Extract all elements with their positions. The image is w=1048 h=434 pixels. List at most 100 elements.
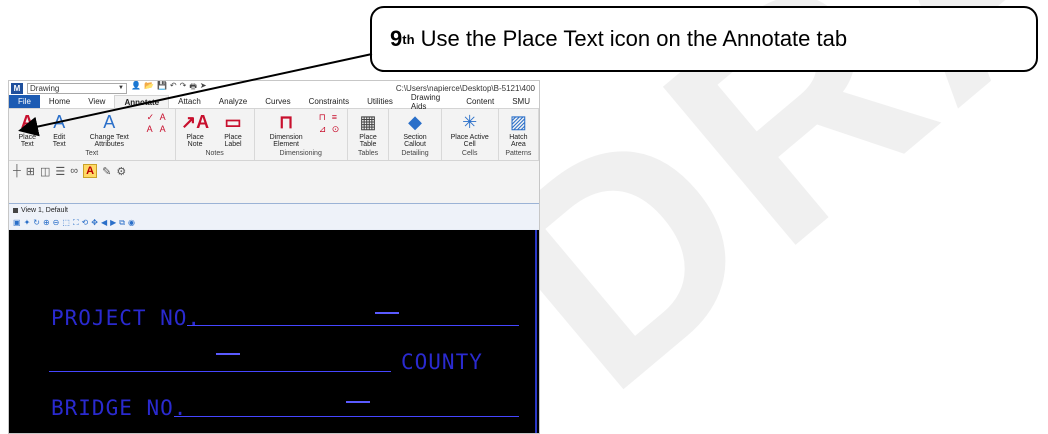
print-icon[interactable]: 🖶: [189, 81, 197, 95]
text-group: A Place Text A Edit Text A Change Text A…: [9, 109, 176, 160]
layers-icon[interactable]: ☰: [55, 165, 65, 178]
fit-view-icon[interactable]: ⛶: [73, 218, 79, 228]
zoom-in-icon[interactable]: ⊕: [43, 218, 50, 227]
workspace-select[interactable]: Drawing ▼: [27, 82, 127, 94]
tab-attach[interactable]: Attach: [169, 95, 210, 108]
dimensioning-group: ⊓ Dimension Element ⊓ ≡ ⊿ ⊙ Dimensioning: [255, 109, 348, 160]
pointer-icon[interactable]: ➤: [200, 81, 207, 95]
previous-view-icon[interactable]: ◀: [101, 218, 107, 227]
tab-view[interactable]: View: [79, 95, 114, 108]
tab-analyze[interactable]: Analyze: [210, 95, 256, 108]
project-no-underline: [187, 325, 519, 326]
save-icon[interactable]: 💾: [157, 81, 167, 95]
tab-curves[interactable]: Curves: [256, 95, 299, 108]
change-text-attributes-icon: A: [103, 111, 116, 132]
edit-text-button[interactable]: A Edit Text: [47, 110, 72, 149]
rotate-view-icon[interactable]: ⟲: [82, 218, 89, 227]
dimension-element-button[interactable]: ⊓ Dimension Element: [258, 110, 315, 149]
drawing-canvas[interactable]: PROJECT NO. COUNTY BRIDGE NO.: [9, 230, 539, 433]
place-text-button[interactable]: A Place Text: [12, 110, 43, 149]
hatch-area-label: Hatch Area: [509, 134, 528, 148]
display-style-icon[interactable]: ✦: [24, 218, 31, 227]
hatch-area-button[interactable]: ▨ Hatch Area: [502, 110, 535, 149]
link-icon[interactable]: ∞: [70, 165, 78, 177]
place-note-icon: ↗A: [181, 111, 210, 132]
place-label-button[interactable]: ▭ Place Label: [215, 110, 250, 149]
text-tool-icon[interactable]: A: [83, 164, 98, 178]
update-view-icon[interactable]: ↻: [33, 218, 40, 227]
pan-view-icon[interactable]: ✥: [91, 218, 98, 227]
spell-check-icon[interactable]: ✓: [147, 112, 159, 123]
place-note-label: Place Note: [186, 134, 204, 148]
tab-home[interactable]: Home: [40, 95, 79, 108]
dimension-angle-icon[interactable]: ⊿: [319, 124, 331, 135]
crosshair-icon[interactable]: ┼: [13, 165, 21, 177]
dimension-element-label: Dimension Element: [269, 134, 303, 148]
place-active-cell-icon: ✳: [462, 111, 478, 132]
quick-access-toolbar: M Drawing ▼ 👤 📂 💾 ↶ ↷ 🖶 ➤ C:\Users\napie…: [9, 81, 539, 95]
window-area-icon[interactable]: ⬚: [62, 218, 70, 227]
grid-icon[interactable]: ⊞: [26, 165, 35, 178]
edit-text-icon: A: [53, 111, 66, 132]
dimension-linear-icon[interactable]: ⊓: [319, 112, 331, 123]
tab-annotate[interactable]: Annotate: [114, 95, 170, 108]
view-attributes-icon[interactable]: ▣: [13, 218, 21, 227]
detailing-group-title: Detailing: [401, 150, 429, 157]
edit-icon[interactable]: ✎: [102, 165, 111, 178]
place-text-label: Place Text: [18, 134, 37, 148]
detailing-group: ◆ Section Callout Detailing: [389, 109, 442, 160]
callout-text: Use the Place Text icon on the Annotate …: [420, 26, 848, 51]
text-size-icon[interactable]: A: [147, 124, 159, 134]
dimension-small-tools: ⊓ ≡ ⊿ ⊙: [319, 110, 344, 135]
patterns-group: ▨ Hatch Area Patterns: [499, 109, 539, 160]
project-no-dash: [375, 312, 399, 314]
place-label-label: Place Label: [224, 134, 242, 148]
view-title-bar: View 1, Default: [9, 204, 539, 216]
zoom-out-icon[interactable]: ⊖: [53, 218, 60, 227]
change-text-attributes-label: Change Text Attributes: [89, 134, 129, 148]
notes-group-title: Notes: [205, 150, 224, 157]
place-active-cell-button[interactable]: ✳ Place Active Cell: [445, 110, 495, 149]
bridge-no-underline: [174, 416, 519, 417]
tab-file[interactable]: File: [9, 95, 40, 108]
camera-icon[interactable]: ◉: [128, 218, 135, 227]
tab-drawing-aids[interactable]: Drawing Aids: [402, 93, 457, 111]
section-callout-icon: ◆: [408, 111, 422, 132]
change-text-attributes-button[interactable]: A Change Text Attributes: [76, 110, 143, 149]
tab-utilities[interactable]: Utilities: [358, 95, 402, 108]
text-case-icon[interactable]: A: [160, 124, 172, 134]
ribbon-tabs: File Home View Annotate Attach Analyze C…: [9, 93, 539, 111]
place-table-label: Place Table: [359, 134, 377, 148]
copy-view-icon[interactable]: ⧉: [119, 218, 125, 228]
notes-group: ↗A Place Note ▭ Place Label Notes: [176, 109, 255, 160]
place-active-cell-label: Place Active Cell: [450, 134, 489, 148]
redo-icon[interactable]: ↷: [180, 81, 187, 95]
canvas-border-line: [535, 230, 537, 433]
dimension-radial-icon[interactable]: ⊙: [332, 124, 344, 135]
place-note-button[interactable]: ↗A Place Note: [179, 110, 212, 149]
chevron-down-icon: ▼: [118, 84, 124, 91]
hatch-area-icon: ▨: [509, 111, 527, 132]
view-menu-icon[interactable]: [13, 207, 18, 213]
text-style-icon[interactable]: A: [160, 112, 172, 123]
accudraw-toolbar: ┼ ⊞ ◫ ☰ ∞ A ✎ ⚙: [9, 161, 539, 181]
settings-icon[interactable]: ⚙: [116, 165, 126, 178]
open-folder-icon[interactable]: 📂: [144, 81, 154, 95]
next-view-icon[interactable]: ▶: [110, 218, 116, 227]
view-toolbar: ▣ ✦ ↻ ⊕ ⊖ ⬚ ⛶ ⟲ ✥ ◀ ▶ ⧉ ◉: [9, 216, 539, 229]
section-callout-button[interactable]: ◆ Section Callout: [392, 110, 437, 149]
undo-icon[interactable]: ↶: [170, 81, 177, 95]
fence-icon[interactable]: ◫: [40, 165, 50, 178]
app-logo-icon[interactable]: M: [11, 82, 23, 94]
dimension-ordinate-icon[interactable]: ≡: [332, 112, 344, 123]
section-callout-label: Section Callout: [403, 134, 427, 148]
user-icon[interactable]: 👤: [131, 81, 141, 95]
tab-content[interactable]: Content: [457, 95, 503, 108]
tables-group-title: Tables: [357, 150, 379, 157]
place-label-icon: ▭: [224, 111, 242, 132]
tab-constraints[interactable]: Constraints: [300, 95, 358, 108]
place-table-button[interactable]: ▦ Place Table: [351, 110, 386, 149]
tab-smu[interactable]: SMU: [503, 95, 539, 108]
text-group-title: Text: [85, 150, 99, 157]
quick-access-icons: 👤 📂 💾 ↶ ↷ 🖶 ➤: [131, 81, 207, 95]
